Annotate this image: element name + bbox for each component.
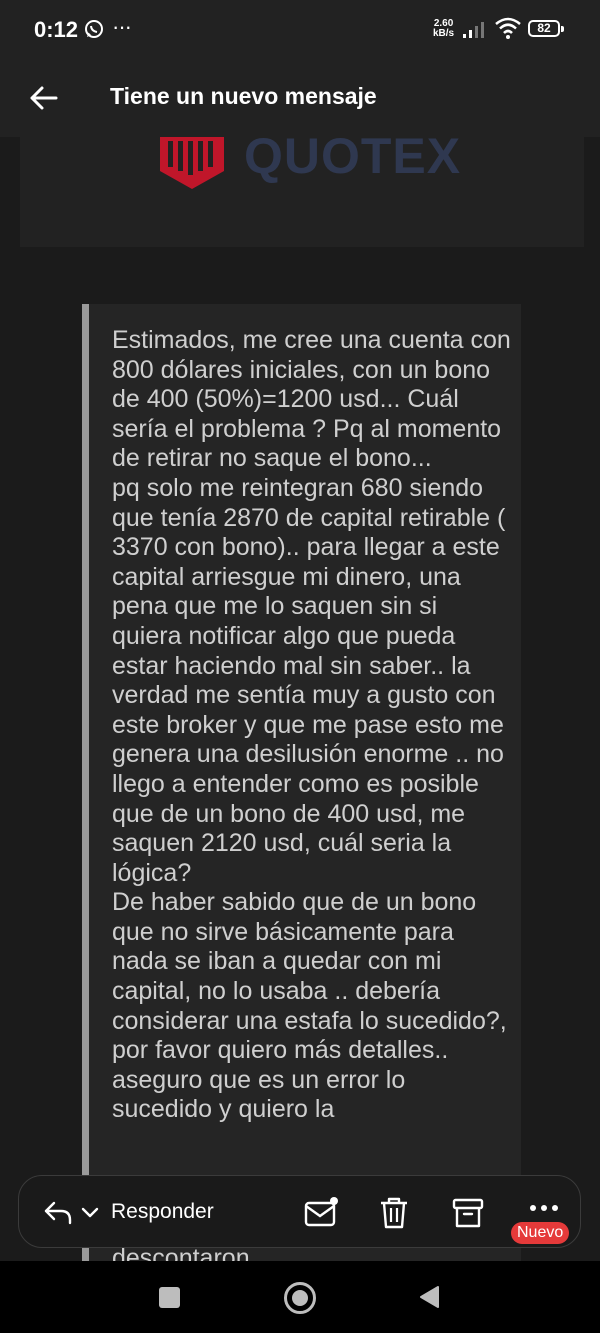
trash-icon[interactable] <box>375 1194 413 1232</box>
email-banner: QUOTEX <box>20 137 584 247</box>
home-icon[interactable] <box>284 1282 316 1314</box>
new-badge: Nuevo <box>511 1222 570 1244</box>
quote-indicator-bar <box>82 304 89 1264</box>
battery-icon: 82 <box>528 20 564 37</box>
app-bar: Tiene un nuevo mensaje <box>0 60 600 137</box>
signal-icon <box>463 22 484 38</box>
reply-icon <box>44 1201 72 1225</box>
archive-icon[interactable] <box>449 1194 487 1232</box>
message-body: Estimados, me cree una cuenta con 800 dó… <box>112 326 511 1124</box>
recent-apps-icon[interactable] <box>159 1287 180 1308</box>
quoted-message: Estimados, me cree una cuenta con 800 dó… <box>82 304 521 1264</box>
chevron-down-icon[interactable] <box>81 1207 99 1219</box>
quotex-logo-text: QUOTEX <box>244 137 462 184</box>
back-arrow-icon[interactable] <box>26 80 62 116</box>
status-bar: 0:12 ··· 2.60 kB/s 82 <box>0 0 600 60</box>
whatsapp-icon <box>85 20 103 38</box>
reply-button[interactable] <box>43 1196 99 1230</box>
mail-icon[interactable] <box>302 1194 340 1232</box>
more-notifications-icon: ··· <box>112 14 132 39</box>
network-speed: 2.60 kB/s <box>433 19 454 39</box>
network-speed-unit: kB/s <box>433 28 455 39</box>
page-title: Tiene un nuevo mensaje <box>110 83 377 109</box>
quotex-logo-mark <box>160 137 224 189</box>
reply-label[interactable]: Responder <box>111 1200 214 1224</box>
message-action-bar: Responder Nuevo <box>18 1175 581 1248</box>
more-icon[interactable] <box>527 1198 561 1218</box>
status-time: 0:12 <box>34 17 79 42</box>
wifi-icon <box>495 17 521 39</box>
nav-back-icon[interactable] <box>418 1285 440 1309</box>
